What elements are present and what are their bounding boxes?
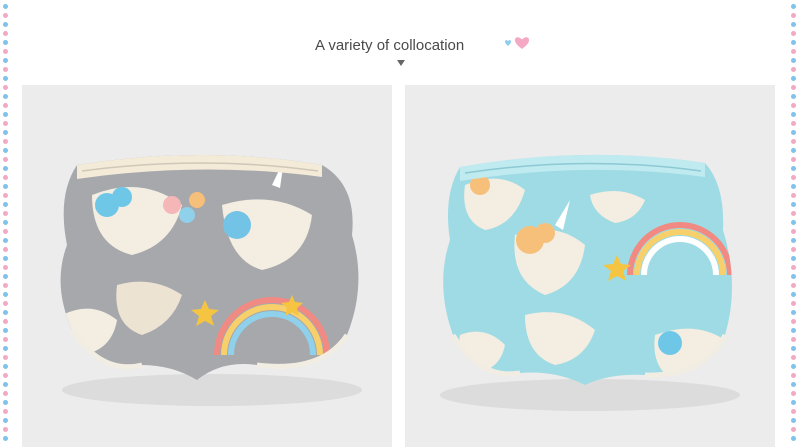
product-photo-aqua-bloomers [405,85,775,447]
border-dot [791,355,796,360]
border-dot [3,283,8,288]
border-dot [3,211,8,216]
border-dot [791,418,796,423]
border-dot [791,94,796,99]
border-dot [3,355,8,360]
border-dot [791,22,796,27]
border-dot [3,364,8,369]
border-dot [3,292,8,297]
border-dot [3,427,8,432]
hearts-icon [505,37,529,49]
border-dot [791,247,796,252]
border-dot [791,283,796,288]
border-dot [791,364,796,369]
border-dot [791,274,796,279]
border-dot [791,148,796,153]
border-dot [3,94,8,99]
border-dot [791,229,796,234]
border-dot [3,229,8,234]
border-dot [791,400,796,405]
border-dot [3,166,8,171]
border-dot [791,301,796,306]
border-dot [791,382,796,387]
section-header: A variety of collocation [0,30,800,70]
border-dot [791,175,796,180]
border-dot [3,130,8,135]
border-dot [791,13,796,18]
border-dot [3,265,8,270]
border-dot [3,148,8,153]
border-dot [3,184,8,189]
border-dot [791,256,796,261]
border-dot [3,112,8,117]
border-dot [791,130,796,135]
border-dot [791,139,796,144]
border-dot [3,4,8,9]
border-dot [791,310,796,315]
border-dot [791,220,796,225]
border-dot [791,319,796,324]
border-dot [3,310,8,315]
border-dot [791,157,796,162]
border-dot [3,121,8,126]
border-dot [791,391,796,396]
border-dot [3,220,8,225]
border-dot [3,175,8,180]
border-dot [791,292,796,297]
border-dot [3,13,8,18]
border-dot [791,436,796,441]
border-dot [3,247,8,252]
border-dot [791,427,796,432]
border-dot [791,121,796,126]
border-dot [3,274,8,279]
border-dot [3,202,8,207]
border-dot [3,391,8,396]
border-dot [3,22,8,27]
border-dot [791,202,796,207]
border-dot [791,184,796,189]
border-dot [3,328,8,333]
border-dot [3,409,8,414]
section-title: A variety of collocation [315,37,465,54]
border-dot [3,400,8,405]
small-blue-heart-icon [505,40,511,46]
pink-heart-icon [515,37,529,49]
border-dot [3,103,8,108]
border-dot [791,4,796,9]
border-dot [3,301,8,306]
border-dot [791,193,796,198]
border-dot [791,409,796,414]
border-dot [791,373,796,378]
border-dot [791,112,796,117]
border-dot [791,238,796,243]
border-dot [791,76,796,81]
border-dot [3,337,8,342]
border-dot [3,157,8,162]
border-dot [3,193,8,198]
border-dot [791,103,796,108]
border-dot [3,319,8,324]
border-dot [3,76,8,81]
border-dot [791,337,796,342]
border-dot [3,373,8,378]
border-dot [3,256,8,261]
border-dot [791,346,796,351]
chevron-down-icon [397,60,405,66]
border-dot [791,265,796,270]
border-dot [791,85,796,90]
border-dot [791,211,796,216]
border-dot [3,346,8,351]
border-dot [3,418,8,423]
border-dot [3,436,8,441]
border-dot [3,238,8,243]
border-dot [791,166,796,171]
product-photo-grey-bloomers [22,85,392,447]
border-dot [3,85,8,90]
border-dot [3,139,8,144]
border-dot [3,382,8,387]
border-dot [791,328,796,333]
